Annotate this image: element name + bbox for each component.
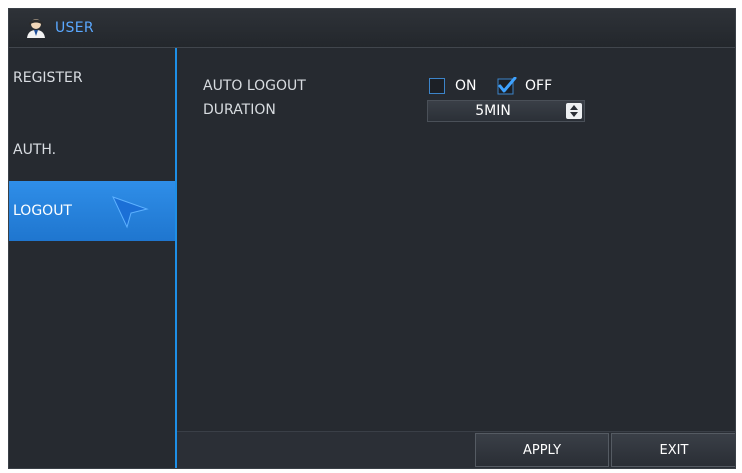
exit-button-label: EXIT xyxy=(659,442,689,458)
user-icon xyxy=(27,19,45,38)
footer-bar: APPLY EXIT xyxy=(177,431,735,468)
on-option-label: ON xyxy=(455,78,477,94)
duration-select[interactable]: 5MIN xyxy=(427,100,585,122)
sidebar-item-label: REGISTER xyxy=(13,70,83,86)
duration-value: 5MIN xyxy=(475,103,511,119)
apply-button-label: APPLY xyxy=(522,442,562,458)
sidebar-item-register[interactable]: REGISTER xyxy=(9,48,175,108)
exit-button[interactable]: EXIT xyxy=(611,433,735,467)
logout-settings-panel: AUTO LOGOUT ON OFF DURATION 5MIN xyxy=(177,48,735,468)
sidebar-item-logout[interactable]: LOGOUT xyxy=(9,181,175,241)
user-settings-window: USER REGISTER AUTH. LOGOUT AUTO LOGOUT O… xyxy=(8,8,736,469)
sidebar-item-label: AUTH. xyxy=(13,142,57,158)
auto-logout-on-checkbox[interactable] xyxy=(429,78,445,94)
auto-logout-off-checkbox[interactable] xyxy=(497,77,517,95)
sidebar: REGISTER AUTH. LOGOUT xyxy=(9,48,177,468)
duration-label: DURATION xyxy=(203,102,276,118)
window-title: USER xyxy=(55,20,94,36)
apply-button[interactable]: APPLY xyxy=(475,433,609,467)
sidebar-item-label: LOGOUT xyxy=(13,203,72,219)
title-bar: USER xyxy=(9,9,735,48)
sidebar-item-auth[interactable]: AUTH. xyxy=(9,120,175,180)
off-option-label: OFF xyxy=(525,78,553,94)
pointer-cursor-icon xyxy=(112,196,149,229)
spinner-arrows-icon[interactable] xyxy=(566,103,582,119)
auto-logout-label: AUTO LOGOUT xyxy=(203,78,306,94)
